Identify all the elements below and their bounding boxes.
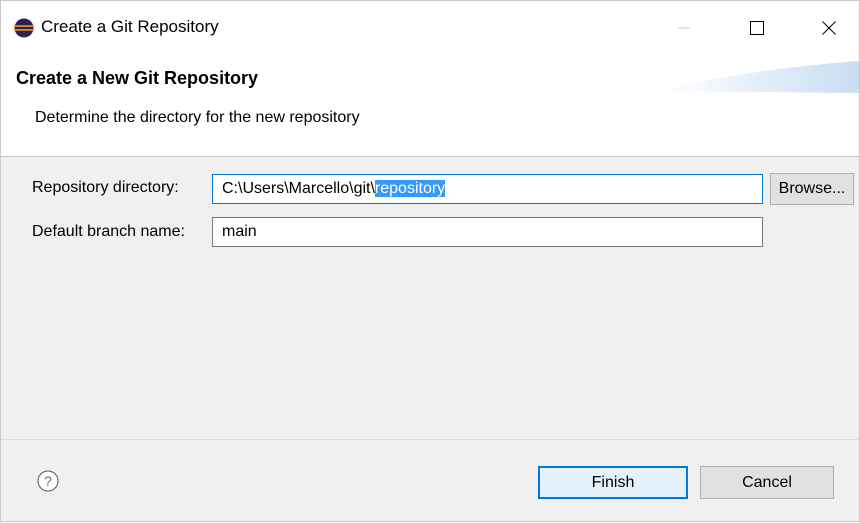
- button-bar: ? Finish Cancel: [1, 439, 859, 523]
- close-button[interactable]: [806, 11, 852, 45]
- eclipse-logo-icon: [14, 18, 34, 38]
- window-title: Create a Git Repository: [41, 17, 219, 36]
- minimize-icon: [678, 27, 690, 29]
- svg-text:?: ?: [44, 473, 52, 489]
- browse-button[interactable]: Browse...: [770, 173, 854, 205]
- maximize-icon: [750, 20, 764, 35]
- banner-decoration: [659, 61, 859, 93]
- repo-dir-selected-text: repository: [374, 180, 446, 197]
- branch-name-input[interactable]: main: [212, 217, 763, 247]
- page-description: Determine the directory for the new repo…: [35, 109, 360, 126]
- page-title: Create a New Git Repository: [16, 68, 259, 88]
- branch-label: Default branch name:: [32, 223, 185, 240]
- close-icon: [822, 20, 836, 35]
- form-area: Repository directory: C:\Users\Marcello\…: [1, 157, 859, 439]
- title-bar: Create a Git Repository: [1, 1, 859, 55]
- header-banner: Create a New Git Repository Determine th…: [1, 55, 859, 157]
- repo-dir-prefix: C:\Users\Marcello\git\: [222, 180, 375, 197]
- repo-dir-label: Repository directory:: [32, 179, 179, 196]
- repo-dir-input[interactable]: C:\Users\Marcello\git\repository: [212, 174, 763, 204]
- minimize-button[interactable]: [661, 11, 707, 45]
- maximize-button[interactable]: [734, 11, 780, 45]
- finish-button[interactable]: Finish: [538, 466, 688, 499]
- dialog-window: Create a Git Repository Create a New Git…: [0, 0, 860, 522]
- help-icon[interactable]: ?: [37, 470, 59, 492]
- cancel-button[interactable]: Cancel: [700, 466, 834, 499]
